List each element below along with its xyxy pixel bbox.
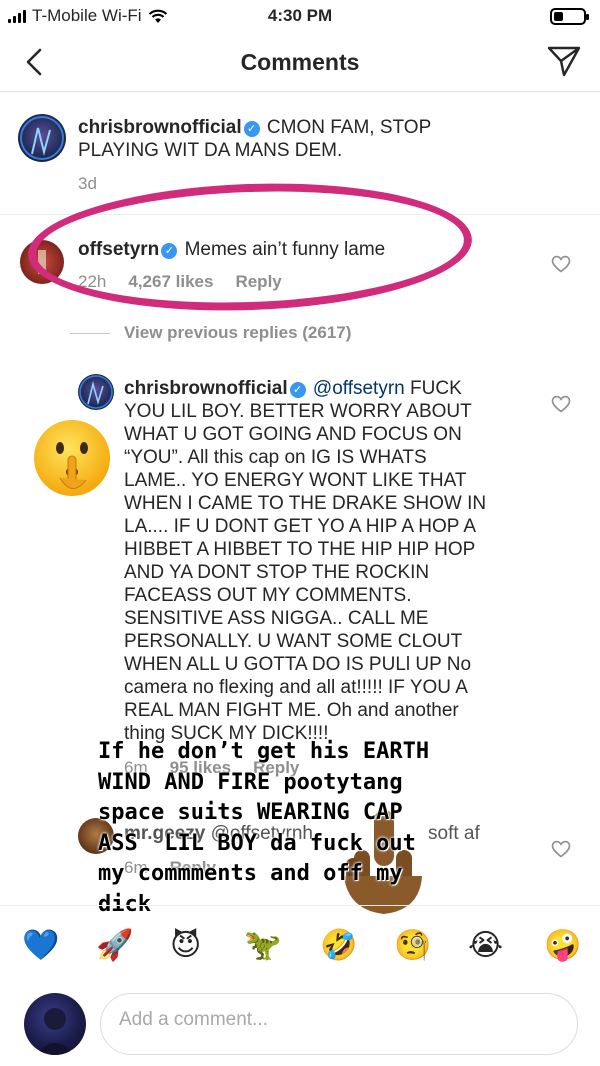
rofl-face-icon[interactable]: 🤣 <box>320 928 357 964</box>
status-bar: T-Mobile Wi-Fi 4:30 PM <box>0 0 600 32</box>
reply-text-line: HIBBET A HIBBET TO THE HIP HIP HOP <box>124 539 476 560</box>
verified-badge-icon: ✓ <box>243 121 260 137</box>
reply-text-line: FACEASS OUT MY COMMENTS. <box>124 585 412 606</box>
avatar[interactable] <box>78 374 114 410</box>
zany-face-icon[interactable]: 🤪 <box>544 928 581 964</box>
avatar[interactable] <box>18 114 66 162</box>
reply-username[interactable]: chrisbrownofficial <box>124 378 288 399</box>
reply-text-line: WHAT U GOT GOING AND FOCUS ON <box>124 424 462 445</box>
crying-face-icon[interactable]: 😭 <box>468 928 503 964</box>
page-title: Comments <box>240 49 360 75</box>
reply-text-line: PERSONALLY. U WANT SOME CLOUT <box>124 631 463 652</box>
battery-icon <box>550 8 589 25</box>
overlay-caption: If he don’t get his EARTH WIND AND FIRE … <box>98 739 430 917</box>
view-previous-replies-link[interactable]: View previous replies (2617) <box>69 323 351 343</box>
reply-text-line: LA.... IF U DONT GET YO A HIP A HOP A <box>124 516 476 537</box>
caption-username[interactable]: chrisbrownofficial <box>78 117 242 138</box>
avatar <box>24 993 86 1055</box>
highlight-circle <box>25 176 475 318</box>
heart-icon[interactable] <box>551 395 571 413</box>
dinosaur-icon[interactable]: 🦖 <box>244 928 281 964</box>
monocle-face-icon[interactable]: 🧐 <box>394 928 431 964</box>
reply-text-line: YOU LIL BOY. BETTER WORRY ABOUT <box>124 401 472 422</box>
comment-input-box[interactable] <box>100 993 578 1055</box>
reply-text-line: LAME.. YO ENERGY WONT LIKE THAT <box>124 470 467 491</box>
reply-text-line: AND YA DONT STOP THE ROCKIN <box>124 562 430 583</box>
reply-text-line: WHEN I CAME TO THE DRAKE SHOW IN <box>124 493 487 514</box>
reply-text-line: SENSITIVE ASS NIGGA.. CALL ME <box>124 608 429 629</box>
reply-text-line: WHEN ALL U GOTTA DO IS PULl UP No <box>124 654 472 675</box>
blue-heart-icon[interactable]: 💙 <box>22 928 59 964</box>
comment-composer <box>0 985 600 1066</box>
heart-icon[interactable] <box>551 255 571 273</box>
status-time: 4:30 PM <box>267 6 333 25</box>
reply-text-line: FUCK <box>410 378 462 399</box>
shushing-face-icon <box>34 420 110 496</box>
devil-face-icon[interactable]: 😈 <box>170 928 201 964</box>
verified-badge-icon: ✓ <box>289 382 306 398</box>
rocket-icon[interactable]: 🚀 <box>96 928 133 964</box>
reply-text-line: “YOU”. All this cap on IG IS WHATS <box>124 447 427 468</box>
emoji-quick-bar: 💙 🚀 😈 🦖 🤣 🧐 😭 🤪 <box>0 905 600 985</box>
comment-input[interactable] <box>119 1009 539 1031</box>
direct-share-icon[interactable] <box>546 44 582 78</box>
reply-text-line: camera no flexing and all at!!!!! IF YOU… <box>124 677 468 698</box>
reply-text-line: REAL MAN FIGHT ME. Oh and another <box>124 700 459 721</box>
caption-time: 3d <box>78 174 97 193</box>
mention-link[interactable]: @offsetyrn <box>313 378 405 399</box>
nav-bar: Comments <box>0 32 600 92</box>
